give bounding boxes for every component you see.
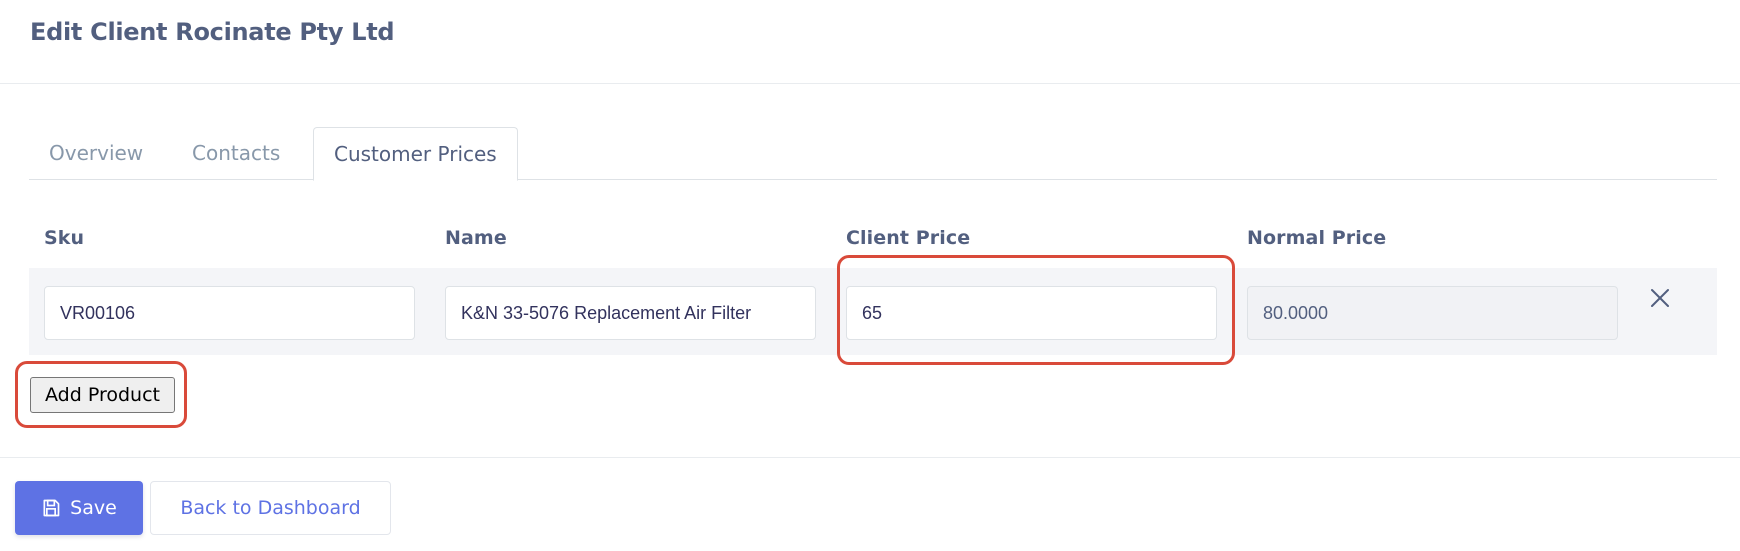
tab-overview[interactable]: Overview (29, 127, 163, 180)
column-header-client-price: Client Price (846, 227, 971, 249)
column-header-sku: Sku (44, 227, 85, 249)
close-icon[interactable] (1648, 286, 1672, 310)
column-header-normal-price: Normal Price (1247, 227, 1387, 249)
page-title: Edit Client Rocinate Pty Ltd (30, 18, 395, 46)
tab-bar: Overview Contacts Customer Prices (29, 127, 1717, 181)
tab-contacts[interactable]: Contacts (172, 127, 300, 180)
tab-customer-prices[interactable]: Customer Prices (313, 127, 518, 181)
add-product-button[interactable]: Add Product (30, 377, 175, 413)
sku-input[interactable]: VR00106 (44, 286, 415, 340)
floppy-disk-icon (43, 499, 60, 517)
footer-divider (0, 457, 1740, 458)
back-to-dashboard-button[interactable]: Back to Dashboard (150, 481, 391, 535)
column-header-name: Name (445, 227, 507, 249)
save-button[interactable]: Save (15, 481, 143, 535)
page-header: Edit Client Rocinate Pty Ltd (0, 0, 1740, 84)
client-price-input[interactable]: 65 (846, 286, 1217, 340)
save-label: Save (70, 497, 117, 519)
normal-price-field: 80.0000 (1247, 286, 1618, 340)
name-input[interactable]: K&N 33-5076 Replacement Air Filter (445, 286, 816, 340)
